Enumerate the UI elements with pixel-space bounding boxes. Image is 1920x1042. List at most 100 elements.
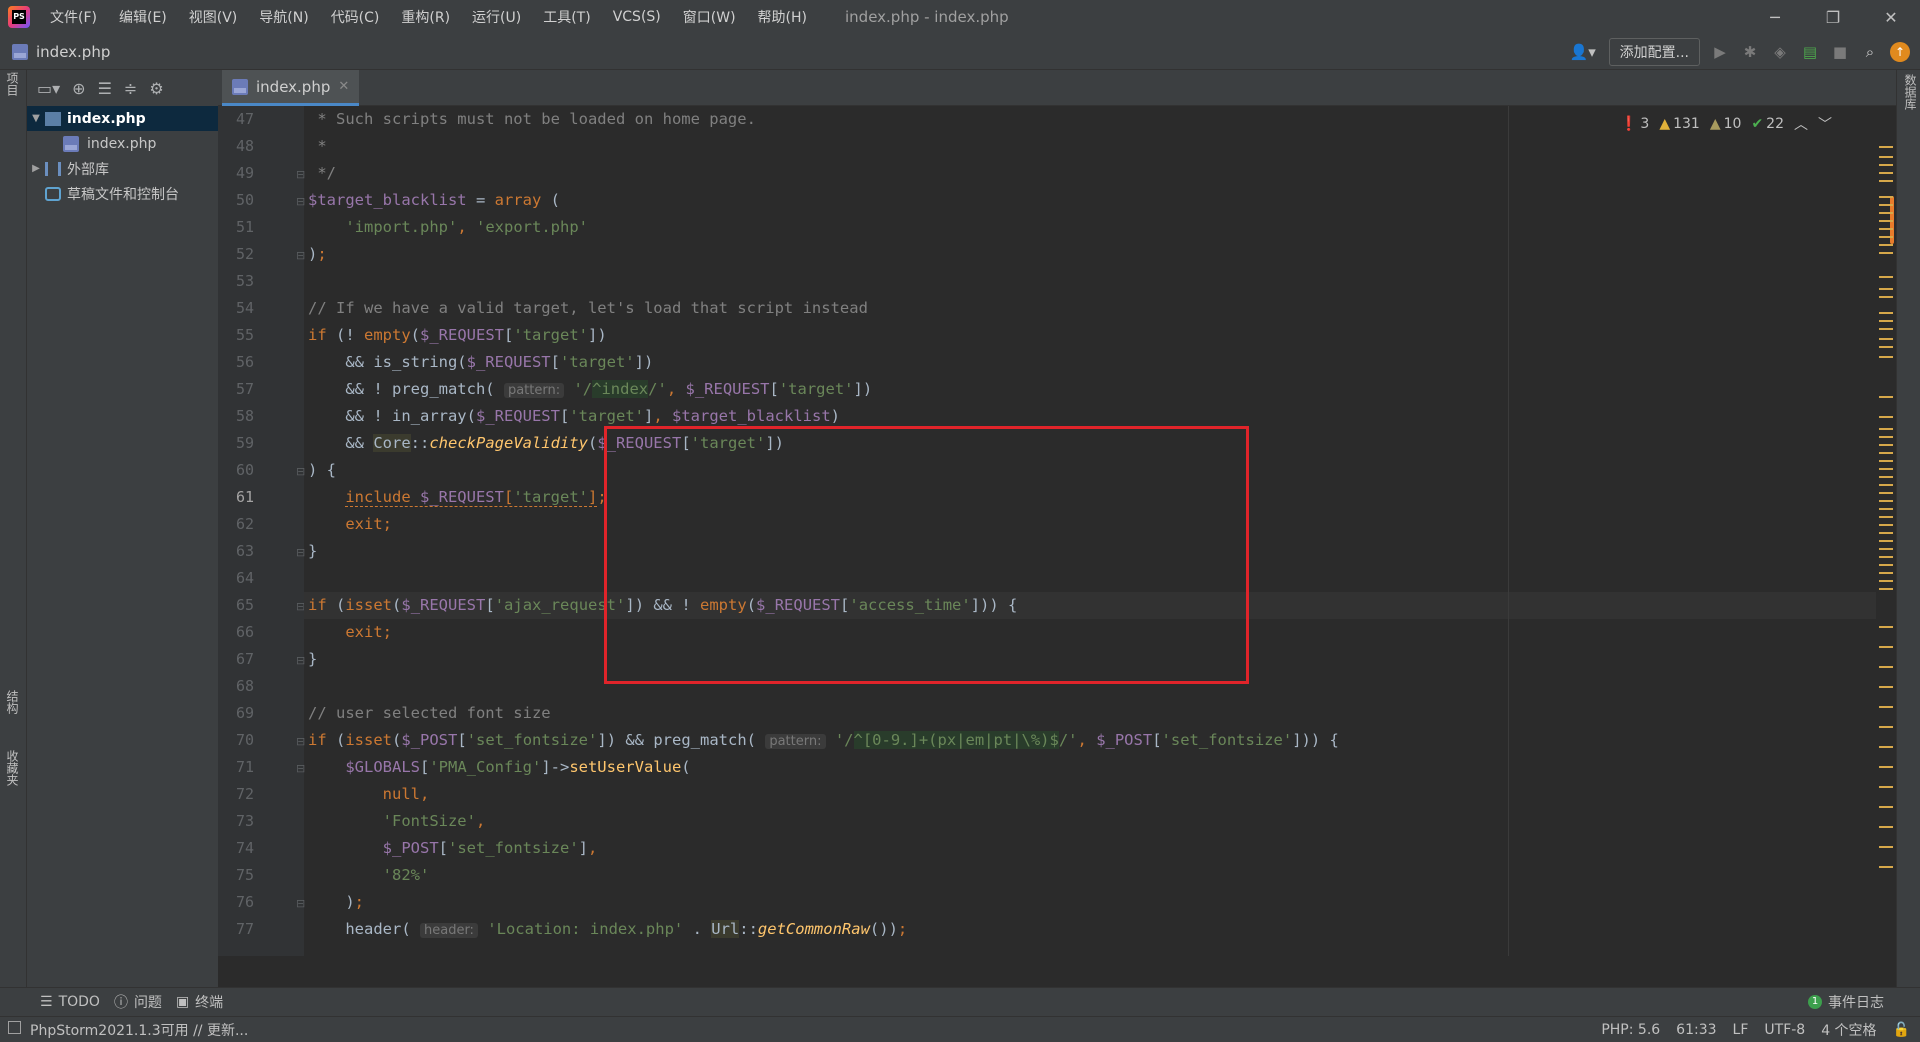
- error-stripe-marker[interactable]: [1879, 220, 1893, 222]
- menu-refactor[interactable]: 重构(R): [401, 7, 450, 27]
- error-stripe-marker[interactable]: [1879, 172, 1893, 174]
- error-stripe-marker[interactable]: [1879, 646, 1893, 648]
- error-stripe-marker[interactable]: [1879, 436, 1893, 438]
- weak-warning-count[interactable]: ▲ 10: [1710, 114, 1742, 134]
- menu-window[interactable]: 窗口(W): [683, 7, 736, 27]
- error-stripe-marker[interactable]: [1879, 626, 1893, 628]
- chevron-down-icon[interactable]: ▼: [27, 113, 45, 124]
- error-stripe-marker[interactable]: [1879, 196, 1893, 198]
- error-stripe-marker[interactable]: [1879, 516, 1893, 518]
- error-stripe-marker[interactable]: [1879, 572, 1893, 574]
- run-icon[interactable]: ▶: [1710, 42, 1730, 62]
- tree-item-index-php[interactable]: index.php: [27, 131, 218, 156]
- error-stripe-marker[interactable]: [1879, 296, 1893, 298]
- problems-tool-button[interactable]: ⓘ 问题: [114, 992, 162, 1012]
- error-stripe-marker[interactable]: [1879, 288, 1893, 290]
- error-stripe-marker[interactable]: [1879, 252, 1893, 254]
- user-dropdown-icon[interactable]: 👤▾: [1567, 42, 1599, 62]
- error-stripe-marker[interactable]: [1879, 164, 1893, 166]
- typo-count[interactable]: ✔ 22: [1751, 114, 1784, 134]
- error-stripe-marker[interactable]: [1879, 580, 1893, 582]
- code-editor[interactable]: * Such scripts must not be loaded on hom…: [304, 106, 1876, 956]
- toggle-tool-windows-icon[interactable]: [8, 1021, 21, 1034]
- close-icon[interactable]: ✕: [1862, 0, 1920, 34]
- caret-position[interactable]: 61:33: [1676, 1022, 1716, 1038]
- error-stripe[interactable]: [1874, 106, 1896, 956]
- error-stripe-marker[interactable]: [1879, 346, 1893, 348]
- horizontal-scroll-area[interactable]: [218, 956, 1896, 987]
- error-stripe-marker[interactable]: [1879, 726, 1893, 728]
- error-stripe-marker[interactable]: [1879, 468, 1893, 470]
- error-stripe-marker[interactable]: [1879, 146, 1893, 148]
- project-tool-tab[interactable]: 项目: [4, 72, 21, 96]
- gear-icon[interactable]: ⚙: [149, 79, 163, 98]
- error-stripe-marker[interactable]: [1879, 244, 1893, 246]
- error-stripe-marker[interactable]: [1879, 548, 1893, 550]
- error-stripe-marker[interactable]: [1879, 236, 1893, 238]
- status-message[interactable]: PhpStorm2021.1.3可用 // 更新...: [30, 1020, 248, 1040]
- menu-vcs[interactable]: VCS(S): [613, 9, 661, 25]
- error-stripe-marker[interactable]: [1879, 500, 1893, 502]
- error-stripe-marker[interactable]: [1879, 460, 1893, 462]
- error-stripe-marker[interactable]: [1879, 180, 1893, 182]
- add-configuration-button[interactable]: 添加配置...: [1608, 38, 1700, 66]
- error-stripe-marker[interactable]: [1879, 338, 1893, 340]
- menu-edit[interactable]: 编辑(E): [119, 7, 167, 27]
- error-stripe-marker[interactable]: [1879, 204, 1893, 206]
- error-stripe-marker[interactable]: [1879, 228, 1893, 230]
- error-stripe-marker[interactable]: [1879, 746, 1893, 748]
- menu-file[interactable]: 文件(F): [50, 7, 97, 27]
- error-stripe-marker[interactable]: [1879, 524, 1893, 526]
- chevron-right-icon[interactable]: ▶: [27, 163, 45, 174]
- error-stripe-marker[interactable]: [1879, 484, 1893, 486]
- structure-tool-tab[interactable]: 结构: [4, 690, 21, 714]
- error-stripe-marker[interactable]: [1879, 276, 1893, 278]
- error-stripe-marker[interactable]: [1879, 492, 1893, 494]
- menu-view[interactable]: 视图(V): [189, 7, 238, 27]
- locate-file-icon[interactable]: ⊕: [72, 79, 85, 98]
- error-stripe-marker[interactable]: [1879, 826, 1893, 828]
- error-stripe-marker[interactable]: [1879, 312, 1893, 314]
- error-stripe-marker[interactable]: [1879, 356, 1893, 358]
- event-log-button[interactable]: 1 事件日志: [1808, 992, 1884, 1012]
- error-stripe-marker[interactable]: [1879, 556, 1893, 558]
- tree-item-project-root[interactable]: ▼ index.php: [27, 106, 218, 131]
- error-stripe-marker[interactable]: [1879, 508, 1893, 510]
- warning-count[interactable]: ▲ 131: [1659, 114, 1700, 134]
- menu-tools[interactable]: 工具(T): [543, 7, 590, 27]
- profile-icon[interactable]: ▤: [1800, 42, 1820, 62]
- file-encoding[interactable]: UTF-8: [1764, 1022, 1805, 1038]
- tree-item-scratches[interactable]: 草稿文件和控制台: [27, 181, 218, 206]
- update-icon[interactable]: ↑: [1890, 42, 1910, 62]
- error-stripe-marker[interactable]: [1879, 588, 1893, 590]
- expand-all-icon[interactable]: ☰: [98, 79, 112, 98]
- error-stripe-marker[interactable]: [1879, 866, 1893, 868]
- error-stripe-marker[interactable]: [1879, 476, 1893, 478]
- project-view-dropdown-icon[interactable]: ▭▾: [37, 79, 60, 98]
- editor-tab-index-php[interactable]: index.php ✕: [222, 70, 360, 106]
- inspection-widget[interactable]: ❗ 3 ▲ 131 ▲ 10 ✔ 22 ︿ ﹀: [1615, 114, 1836, 134]
- error-stripe-marker[interactable]: [1879, 846, 1893, 848]
- close-icon[interactable]: ✕: [338, 79, 349, 94]
- error-stripe-marker[interactable]: [1879, 156, 1893, 158]
- phpstorm-logo-icon[interactable]: PS: [8, 6, 30, 28]
- menu-help[interactable]: 帮助(H): [758, 7, 807, 27]
- collapse-all-icon[interactable]: ≑: [124, 79, 137, 98]
- debug-icon[interactable]: ✱: [1740, 42, 1760, 62]
- todo-tool-button[interactable]: ☰ TODO: [40, 994, 100, 1010]
- error-stripe-marker[interactable]: [1879, 320, 1893, 322]
- unlock-icon[interactable]: 🔓: [1893, 1022, 1910, 1038]
- error-stripe-marker[interactable]: [1879, 666, 1893, 668]
- chevron-up-icon[interactable]: ︿: [1794, 114, 1808, 134]
- error-stripe-marker[interactable]: [1879, 428, 1893, 430]
- breadcrumb[interactable]: index.php: [12, 43, 110, 61]
- php-version-widget[interactable]: PHP: 5.6: [1601, 1022, 1660, 1038]
- error-stripe-marker[interactable]: [1879, 328, 1893, 330]
- error-stripe-marker[interactable]: [1879, 444, 1893, 446]
- error-stripe-marker[interactable]: [1879, 766, 1893, 768]
- error-stripe-marker[interactable]: [1879, 416, 1893, 418]
- favorites-tool-tab[interactable]: 收藏夹: [4, 750, 21, 786]
- minimize-icon[interactable]: ─: [1746, 0, 1804, 34]
- line-separator[interactable]: LF: [1733, 1022, 1749, 1038]
- error-stripe-marker[interactable]: [1879, 452, 1893, 454]
